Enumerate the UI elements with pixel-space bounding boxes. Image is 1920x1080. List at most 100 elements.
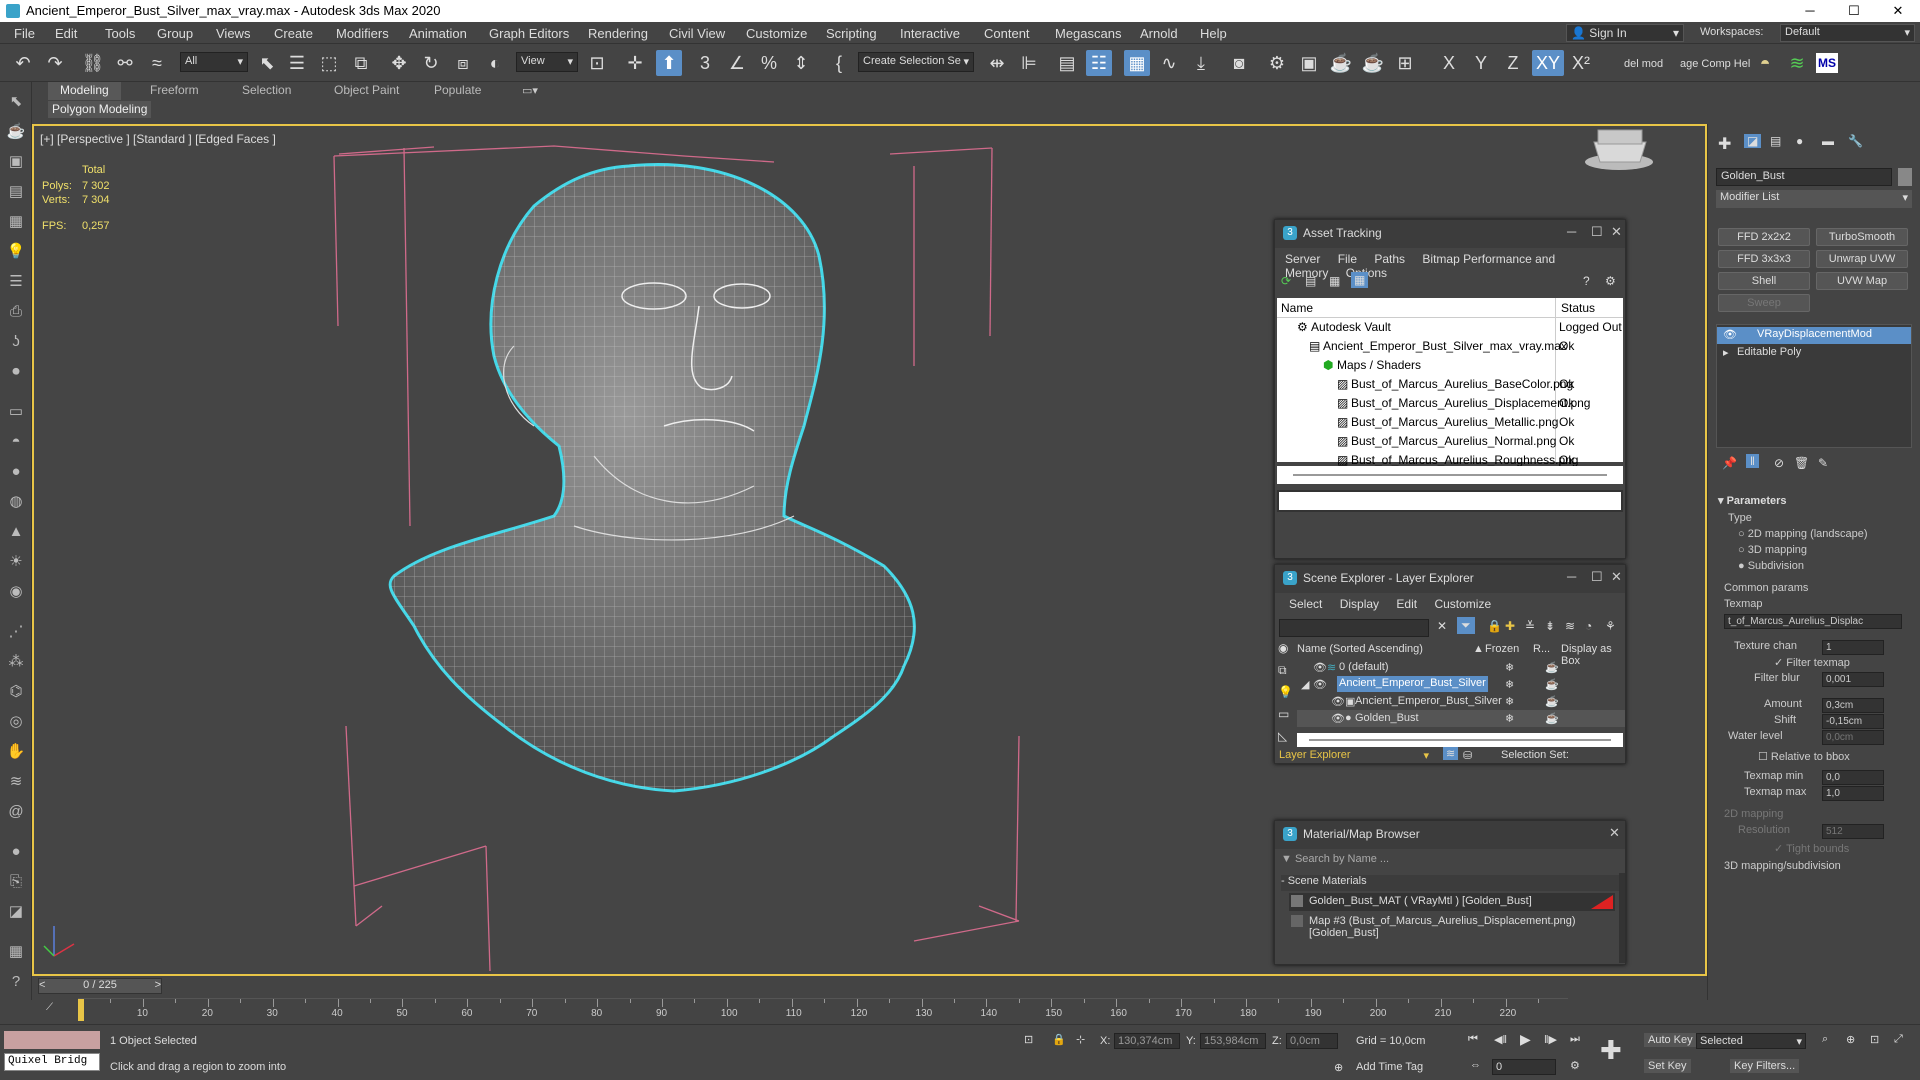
ribbon-toggle-icon[interactable]: ▦ — [1124, 50, 1150, 76]
next-frame-icon[interactable]: ‖▶ — [1544, 1033, 1557, 1046]
menu-views[interactable]: Views — [216, 26, 250, 41]
material-item[interactable]: Golden_Bust_MAT ( VRayMtl ) [Golden_Bust… — [1289, 893, 1615, 911]
menu-modifiers[interactable]: Modifiers — [336, 26, 389, 41]
render-iterative-icon[interactable]: ☕ — [1360, 50, 1386, 76]
minimize-button[interactable]: ─ — [1788, 0, 1832, 22]
menu-help[interactable]: Help — [1200, 26, 1227, 41]
ribbon-options-icon[interactable]: ▭▾ — [522, 84, 538, 97]
scene-row-object[interactable]: 👁 ▣ Ancient_Emperor_Bust_Silver ❄ ☕ — [1297, 693, 1625, 710]
helmet-icon[interactable]: ◓ — [1752, 50, 1778, 76]
select-icon[interactable]: ⬉ — [4, 90, 28, 114]
select-by-name-icon[interactable]: ☰ — [284, 50, 310, 76]
edit-named-sel-icon[interactable]: { — [826, 50, 852, 76]
asset-path-field[interactable] — [1277, 490, 1623, 512]
texmap-button[interactable]: t_of_Marcus_Aurelius_Displac — [1724, 614, 1902, 629]
object-name-field[interactable]: Golden_Bust — [1716, 168, 1892, 186]
col-name[interactable]: Name — [1281, 301, 1313, 315]
unwrap-uvw-button[interactable]: Unwrap UVW — [1816, 250, 1908, 268]
tight-bounds-checkbox[interactable]: ✓ Tight bounds — [1774, 842, 1849, 855]
prev-frame-icon[interactable]: ◀‖ — [1494, 1033, 1507, 1046]
globe-icon[interactable]: ◎ — [4, 710, 28, 734]
tube-icon[interactable]: ◍ — [4, 490, 28, 514]
key-filters-button[interactable]: Key Filters... — [1730, 1059, 1800, 1073]
render-teapot-icon[interactable]: ☕ — [1545, 661, 1559, 674]
texmap-min-spinner[interactable]: 0,0 — [1822, 770, 1884, 785]
snaps-toggle-icon[interactable]: 3 — [692, 50, 718, 76]
list-view-icon[interactable]: ▤ — [1305, 274, 1316, 288]
texture-chan-spinner[interactable]: 1 — [1822, 640, 1884, 655]
set-key-button[interactable]: Set Key — [1644, 1059, 1691, 1073]
axis-x-button[interactable]: X — [1436, 50, 1462, 76]
scene-menu-edit[interactable]: Edit — [1396, 597, 1417, 611]
layers-stack-icon[interactable]: ≋ — [1565, 619, 1575, 633]
viewcube[interactable] — [1585, 129, 1653, 170]
scene-materials-header[interactable]: - Scene Materials — [1281, 875, 1621, 891]
isolate-icon[interactable]: ⊡ — [1024, 1033, 1033, 1046]
particles-icon[interactable]: ⁂ — [4, 650, 28, 674]
new-layer-icon[interactable]: ✚ — [1505, 619, 1515, 633]
object-color-swatch[interactable] — [1898, 168, 1912, 186]
layer-explorer-icon[interactable]: ☷ — [1086, 50, 1112, 76]
close-button[interactable]: ✕ — [1876, 0, 1920, 22]
scene-row-object[interactable]: 👁 ● Golden_Bust ❄ ☕ — [1297, 710, 1625, 727]
menu-megascans[interactable]: Megascans — [1055, 26, 1121, 41]
time-tag-icon[interactable]: ⊕ — [1334, 1061, 1343, 1074]
goto-start-icon[interactable]: ⏮ — [1468, 1033, 1478, 1046]
display-lights-icon[interactable]: 💡 — [1278, 685, 1293, 699]
maximize-button[interactable]: ☐ — [1832, 0, 1876, 22]
rect-selection-icon[interactable]: ⬚ — [316, 50, 342, 76]
amount-spinner[interactable]: 0,3cm — [1822, 698, 1884, 713]
layer-icon[interactable]: ⇟ — [1545, 619, 1555, 633]
parameters-rollout[interactable]: ▾ Parameters — [1718, 494, 1787, 507]
layers-icon[interactable]: ▤ — [4, 180, 28, 204]
scene-search-input[interactable] — [1279, 619, 1429, 637]
turbosmooth-button[interactable]: TurboSmooth — [1816, 228, 1908, 246]
window-crossing-icon[interactable]: ⧉ — [348, 50, 374, 76]
zoom-all-icon[interactable]: ⊕ — [1846, 1033, 1855, 1046]
menu-group[interactable]: Group — [157, 26, 193, 41]
asset-menu-paths[interactable]: Paths — [1374, 252, 1405, 266]
visible-eye-icon[interactable]: 👁 — [1313, 661, 1327, 674]
cone-icon[interactable]: ▲ — [4, 520, 28, 544]
placement-icon[interactable]: ◐ — [482, 50, 508, 76]
visible-eye-icon[interactable]: 👁 — [1331, 695, 1345, 708]
freeze-icon[interactable]: ❄ — [1505, 712, 1514, 725]
display-tab-icon[interactable]: ▬ — [1822, 134, 1834, 148]
unlink-icon[interactable]: ⚯ — [112, 50, 138, 76]
x-coord-field[interactable]: 130,374cm — [1114, 1033, 1180, 1049]
filter-blur-spinner[interactable]: 0,001 — [1822, 672, 1884, 687]
radio-subdivision[interactable]: ● Subdivision — [1738, 560, 1804, 572]
tab-modeling[interactable]: Modeling — [48, 82, 121, 100]
menu-customize[interactable]: Customize — [746, 26, 807, 41]
freeze-icon[interactable]: ❄ — [1505, 678, 1514, 691]
texmap-max-spinner[interactable]: 1,0 — [1822, 786, 1884, 801]
scene-maximize-button[interactable]: ☐ — [1591, 569, 1603, 585]
zoom-icon[interactable]: ⌕ — [1822, 1033, 1828, 1046]
asset-close-button[interactable]: ✕ — [1611, 224, 1622, 240]
time-config-icon[interactable]: ⚙ — [1570, 1059, 1580, 1072]
menu-edit[interactable]: Edit — [55, 26, 77, 41]
asset-menu-server[interactable]: Server — [1285, 252, 1320, 266]
asset-row[interactable]: ▨ Bust_of_Marcus_Aurelius_Displacement.pn… — [1277, 394, 1623, 413]
utilities-tab-icon[interactable]: 🔧 — [1848, 134, 1863, 148]
render-production-icon[interactable]: ☕ — [1328, 50, 1354, 76]
menu-civil-view[interactable]: Civil View — [669, 26, 725, 41]
lock-icon[interactable]: 🔒 — [1487, 619, 1502, 633]
polygon-modeling-panel[interactable]: Polygon Modeling — [48, 101, 152, 118]
track-bar[interactable]: 10 20 30 40 50 60 70 80 90 100 110 120 130 140 150 160 1… — [78, 998, 1568, 1022]
scene-row-layer[interactable]: 👁 ≋ 0 (default) ❄ ☕ — [1297, 659, 1625, 676]
axis-constraint-icon[interactable]: X² — [1568, 50, 1594, 76]
material-close-button[interactable]: ✕ — [1609, 825, 1620, 841]
freeze-icon[interactable]: ❄ — [1505, 695, 1514, 708]
asset-tracking-titlebar[interactable]: 3 Asset Tracking ─ ☐ ✕ — [1275, 220, 1625, 248]
bind-spacewarp-icon[interactable]: ≈ — [144, 50, 170, 76]
help-icon[interactable]: ? — [1583, 274, 1590, 288]
hierarchy-mode-icon[interactable]: ⛁ — [1463, 749, 1472, 762]
set-key-icon[interactable]: ✚ — [1600, 1035, 1622, 1066]
sphere-icon[interactable]: ● — [4, 460, 28, 484]
menu-rendering[interactable]: Rendering — [588, 26, 648, 41]
tab-freeform[interactable]: Freeform — [138, 82, 211, 100]
z-coord-field[interactable]: 0,0cm — [1286, 1033, 1338, 1049]
hierarchy-icon[interactable]: ⚘ — [1605, 619, 1616, 633]
stack-item-editable-poly[interactable]: ▸ Editable Poly — [1717, 345, 1911, 362]
